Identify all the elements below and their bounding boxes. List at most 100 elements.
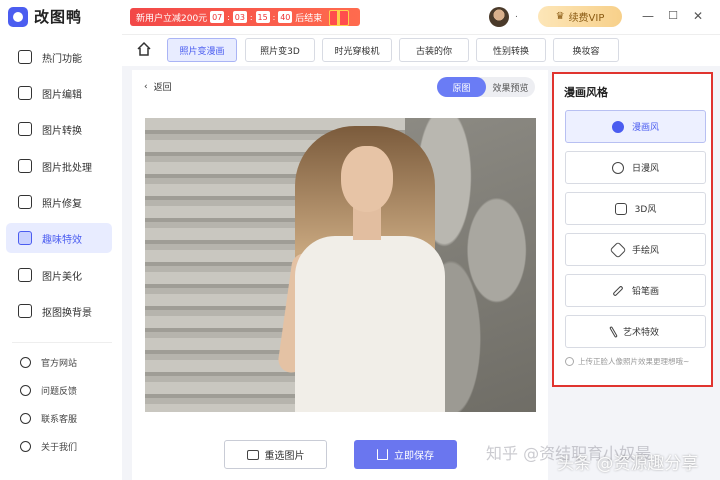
app-logo: 改图鸭 xyxy=(8,6,82,27)
style-art-effect[interactable]: 艺术特效 xyxy=(565,315,706,348)
beautify-icon xyxy=(18,268,32,282)
user-name: . xyxy=(515,10,518,20)
sidebar-item-fun-effects[interactable]: 趣味特效 xyxy=(6,223,112,253)
back-button[interactable]: ‹ 返回 xyxy=(144,80,172,94)
sidebar-item-label: 热门功能 xyxy=(42,53,82,65)
cutout-icon xyxy=(18,304,32,318)
tab-makeup[interactable]: 换妆容 xyxy=(553,38,619,62)
info-icon xyxy=(565,357,574,366)
repair-icon xyxy=(18,195,32,209)
tab-photo-to-comic[interactable]: 照片变漫画 xyxy=(167,38,237,62)
style-label: 3D风 xyxy=(634,205,657,215)
reselect-label: 重选图片 xyxy=(264,451,305,462)
save-button[interactable]: 立即保存 xyxy=(354,440,457,469)
toutiao-watermark: 头条 @资源趣分享 xyxy=(557,454,699,474)
sidebar-item-repair[interactable]: 照片修复 xyxy=(6,187,112,217)
convert-icon xyxy=(18,122,32,136)
sidebar-item-label: 趣味特效 xyxy=(42,234,82,246)
toggle-original[interactable]: 原图 xyxy=(437,77,486,97)
sparkle-wand-icon xyxy=(609,325,618,338)
comic-style-panel: 漫画风格 漫画风 日漫风 3D风 手绘风 铅笔画 艺术特效 上传正脸人像照片效果… xyxy=(552,72,713,387)
sidebar-item-cutout[interactable]: 抠图换背景 xyxy=(6,296,112,326)
promo-text: 新用户立减200元 xyxy=(136,13,208,24)
back-label: 返回 xyxy=(153,83,172,93)
website-icon xyxy=(20,356,31,368)
minimize-button[interactable]: — xyxy=(640,8,656,24)
close-button[interactable]: ✕ xyxy=(690,8,706,24)
sidebar-item-label: 抠图换背景 xyxy=(42,307,92,319)
sidebar-divider xyxy=(12,342,112,343)
countdown-minutes: 15 xyxy=(255,11,270,23)
sidebar-item-label: 图片编辑 xyxy=(42,89,82,101)
download-icon xyxy=(377,449,388,460)
crown-icon: ♛ xyxy=(555,11,565,22)
style-label: 手绘风 xyxy=(631,246,659,256)
feature-tabs: 照片变漫画 照片变3D 时光穿梭机 古装的你 性别转换 换妆容 xyxy=(122,34,720,66)
style-label: 艺术特效 xyxy=(622,328,659,338)
link-label: 联系客服 xyxy=(41,414,78,425)
style-anime[interactable]: 日漫风 xyxy=(565,151,706,184)
countdown-seconds: 40 xyxy=(278,11,293,23)
chevron-left-icon: ‹ xyxy=(144,81,148,92)
feedback-icon xyxy=(20,384,31,396)
link-label: 问题反馈 xyxy=(41,386,78,397)
duck-logo-icon xyxy=(8,6,28,27)
style-comic[interactable]: 漫画风 xyxy=(565,110,706,143)
promo-suffix: 后结束 xyxy=(295,13,323,24)
style-label: 铅笔画 xyxy=(631,287,659,297)
link-feedback[interactable]: 问题反馈 xyxy=(6,379,112,401)
tab-photo-to-3d[interactable]: 照片变3D xyxy=(245,38,315,62)
upload-hint: 上传正脸人像照片效果更理想哦~ xyxy=(565,356,689,367)
sidebar: 热门功能 图片编辑 图片转换 图片批处理 照片修复 趣味特效 图片美化 抠图换背… xyxy=(0,34,122,480)
main-canvas-area: ‹ 返回 原图 效果预览 重选图片 立即保存 xyxy=(132,70,548,480)
style-hand-drawn[interactable]: 手绘风 xyxy=(565,233,706,266)
eraser-icon xyxy=(609,241,627,258)
vip-label: 续费VIP xyxy=(568,13,605,24)
tab-gender-swap[interactable]: 性别转换 xyxy=(476,38,546,62)
flame-icon xyxy=(18,50,32,64)
hint-text: 上传正脸人像照片效果更理想哦~ xyxy=(578,357,690,366)
style-label: 日漫风 xyxy=(631,164,659,174)
support-icon xyxy=(20,412,31,424)
sidebar-item-beautify[interactable]: 图片美化 xyxy=(6,260,112,290)
reselect-image-button[interactable]: 重选图片 xyxy=(224,440,327,469)
toggle-preview[interactable]: 效果预览 xyxy=(486,77,535,97)
uploaded-photo xyxy=(145,118,536,412)
tab-ancient-costume[interactable]: 古装的你 xyxy=(399,38,469,62)
link-label: 官方网站 xyxy=(41,358,78,369)
info-icon xyxy=(20,440,31,452)
link-about[interactable]: 关于我们 xyxy=(6,435,112,457)
link-official-site[interactable]: 官方网站 xyxy=(6,351,112,373)
view-toggle: 原图 效果预览 xyxy=(437,77,535,97)
link-support[interactable]: 联系客服 xyxy=(6,407,112,429)
gift-icon[interactable] xyxy=(325,4,353,28)
sidebar-item-hot[interactable]: 热门功能 xyxy=(6,42,112,72)
sidebar-item-batch[interactable]: 图片批处理 xyxy=(6,151,112,181)
title-bar: 改图鸭 新用户立减200元 07 : 03 : 15 : 40 后结束 . ♛ … xyxy=(0,0,720,34)
app-name: 改图鸭 xyxy=(34,8,83,26)
eye-icon xyxy=(611,161,624,174)
image-edit-icon xyxy=(18,86,32,100)
pencil-icon xyxy=(612,284,624,297)
avatar[interactable] xyxy=(489,7,509,27)
renew-vip-button[interactable]: ♛ 续费VIP xyxy=(538,6,622,27)
batch-icon xyxy=(18,159,32,173)
cube-icon xyxy=(614,202,627,215)
maximize-button[interactable]: ☐ xyxy=(665,8,681,24)
style-3d[interactable]: 3D风 xyxy=(565,192,706,225)
countdown-hours: 03 xyxy=(232,11,247,23)
sidebar-item-label: 图片转换 xyxy=(42,125,82,137)
sidebar-item-edit[interactable]: 图片编辑 xyxy=(6,78,112,108)
link-label: 关于我们 xyxy=(41,442,78,453)
magic-wand-icon xyxy=(18,231,32,245)
tab-time-machine[interactable]: 时光穿梭机 xyxy=(322,38,392,62)
sidebar-item-convert[interactable]: 图片转换 xyxy=(6,114,112,144)
countdown-days: 07 xyxy=(210,11,225,23)
image-icon xyxy=(246,449,259,460)
home-icon[interactable] xyxy=(136,41,152,57)
style-pencil[interactable]: 铅笔画 xyxy=(565,274,706,307)
panel-title: 漫画风格 xyxy=(564,86,608,99)
save-label: 立即保存 xyxy=(394,451,434,462)
style-label: 漫画风 xyxy=(631,123,659,133)
sidebar-item-label: 图片批处理 xyxy=(42,162,92,174)
